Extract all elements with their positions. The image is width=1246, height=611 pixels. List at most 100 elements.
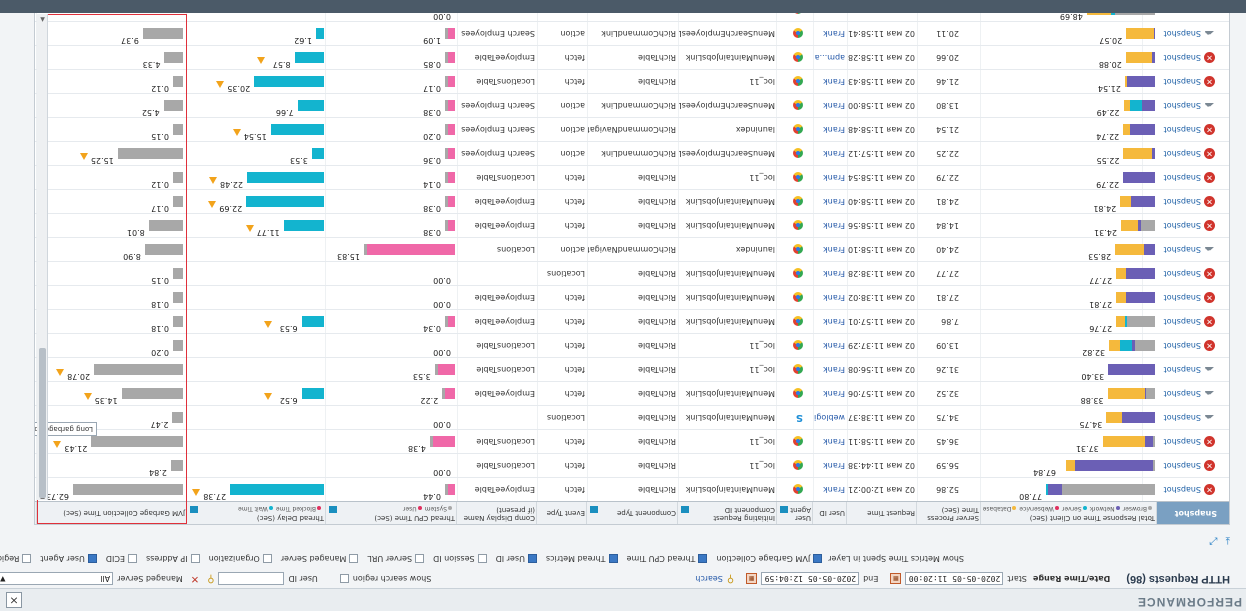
scroll-thumb[interactable] xyxy=(39,348,46,498)
table-row[interactable]: ✕Snapshot 21.54 21.46 02 мая 11:58:43 Frank l… xyxy=(35,69,1229,93)
snapshot-link[interactable]: Snapshot xyxy=(1164,317,1201,326)
snapshot-link[interactable]: Snapshot xyxy=(1164,269,1201,278)
snapshot-link[interactable]: Snapshot xyxy=(1164,245,1201,254)
user-id-link[interactable]: Frank xyxy=(813,478,847,501)
user-id-link[interactable]: Frank xyxy=(813,238,847,261)
snapshot-link[interactable]: Snapshot xyxy=(1164,461,1201,470)
snapshot-link[interactable]: Snapshot xyxy=(1164,389,1201,398)
metric-checkbox-8[interactable] xyxy=(190,554,200,564)
sort-icon[interactable] xyxy=(190,506,198,513)
snapshot-link[interactable]: Snapshot xyxy=(1164,149,1201,158)
header-user-agent[interactable]: User Agent xyxy=(776,502,813,524)
snapshot-link[interactable]: Snapshot xyxy=(1164,341,1201,350)
user-id-link[interactable]: weblogic xyxy=(813,406,847,429)
table-row[interactable]: ☁Snapshot 34.75 34.75 02 мая 11:38:37 weblog… xyxy=(35,405,1229,429)
table-row[interactable]: ✕Snapshot 22.79 22.79 02 мая 11:58:54 Frank l… xyxy=(35,165,1229,189)
header-component-id[interactable]: Initiating Request Component ID xyxy=(677,502,777,524)
metric-checkbox-5[interactable] xyxy=(415,554,425,564)
snapshot-link[interactable]: Snapshot xyxy=(1164,53,1201,62)
header-snapshot[interactable]: Snapshot xyxy=(1156,502,1229,524)
user-id-link[interactable]: Frank xyxy=(813,430,847,453)
sort-icon[interactable] xyxy=(590,506,598,513)
metric-checkbox-1[interactable] xyxy=(698,554,708,564)
user-id-link[interactable]: Frank xyxy=(813,262,847,285)
calendar-icon[interactable]: ▦ xyxy=(746,573,758,585)
header-request-time[interactable]: Request Time xyxy=(846,502,917,524)
header-jvm-gc[interactable]: JVM Garbage Collection Time (Sec) xyxy=(36,502,187,524)
metric-checkbox-11[interactable] xyxy=(22,554,32,564)
user-id-link[interactable]: Frank xyxy=(813,142,847,165)
header-event-type[interactable]: Event Type xyxy=(536,502,587,524)
header-total-response[interactable]: Total Response Time on Client (Sec) Brow… xyxy=(980,502,1157,524)
search-icon[interactable]: ⚲ xyxy=(207,574,214,585)
metric-checkbox-0[interactable] xyxy=(813,554,823,564)
sort-icon[interactable] xyxy=(780,506,788,513)
snapshot-link[interactable]: Snapshot xyxy=(1164,437,1201,446)
snapshot-link[interactable]: Snapshot xyxy=(1164,413,1201,422)
snapshot-link[interactable]: Snapshot xyxy=(1164,101,1201,110)
user-id-filter-input[interactable] xyxy=(218,572,285,586)
metric-checkbox-3[interactable] xyxy=(527,554,537,564)
table-row[interactable]: ☁Snapshot 33.40 31.26 02 мая 11:56:08 Frank l… xyxy=(35,357,1229,381)
close-icon[interactable]: × xyxy=(6,592,22,608)
snapshot-link[interactable]: Snapshot xyxy=(1164,293,1201,302)
snapshot-link[interactable]: Snapshot xyxy=(1164,485,1201,494)
snapshot-link[interactable]: Snapshot xyxy=(1164,29,1201,38)
metric-checkbox-6[interactable] xyxy=(349,554,359,564)
header-comp-display[interactable]: Comp Display Name (if present) xyxy=(456,502,537,524)
table-row[interactable]: ✕Snapshot 67.84 56.59 02 мая 11:44:38 Frank l… xyxy=(35,453,1229,477)
user-id-link[interactable]: Frank xyxy=(813,454,847,477)
snapshot-link[interactable]: Snapshot xyxy=(1164,221,1201,230)
user-id-link[interactable]: Frank xyxy=(813,70,847,93)
user-id-link[interactable]: Frank xyxy=(813,94,847,117)
header-server-process[interactable]: Server Process Time (Sec) xyxy=(916,502,981,524)
header-thread-delay[interactable]: Thread Delay (Sec) Blocked Time Wait Time xyxy=(186,502,326,524)
managed-server-select[interactable]: All ▼ xyxy=(0,572,114,586)
table-row[interactable]: ✕Snapshot 24.31 14.84 02 мая 11:58:56 Frank M… xyxy=(35,213,1229,237)
user-id-link[interactable]: Frank xyxy=(813,214,847,237)
clear-icon[interactable]: ✕ xyxy=(191,574,199,585)
end-date-input[interactable]: 2020-05-05 12:04:59 xyxy=(761,572,860,586)
metric-checkbox-2[interactable] xyxy=(608,554,618,564)
user-id-link[interactable]: Frank xyxy=(813,310,847,333)
table-row[interactable]: ☁Snapshot 20.57 20.11 02 мая 11:58:41 Frank M… xyxy=(35,21,1229,45)
search-icon[interactable]: ⚲ xyxy=(727,574,734,585)
table-row[interactable]: ✕Snapshot 77.80 52.86 02 мая 12:00:21 Frank M… xyxy=(35,477,1229,501)
user-id-link[interactable]: Frank xyxy=(813,382,847,405)
table-row[interactable]: ✕Snapshot 32.82 13.09 02 мая 11:37:29 Frank l… xyxy=(35,333,1229,357)
snapshot-link[interactable]: Snapshot xyxy=(1164,197,1201,206)
user-id-link[interactable]: apm...a... xyxy=(813,46,847,69)
table-row[interactable]: ✕Snapshot 24.81 24.81 02 мая 11:58:40 Frank M… xyxy=(35,189,1229,213)
table-row[interactable]: ☁Snapshot 22.49 13.80 02 мая 11:58:00 Frank M… xyxy=(35,93,1229,117)
user-id-link[interactable]: Frank xyxy=(813,22,847,45)
table-row[interactable]: ✕Snapshot 27.76 7.86 02 мая 11:57:01 Frank Me… xyxy=(35,309,1229,333)
snapshot-link[interactable]: Snapshot xyxy=(1164,173,1201,182)
scroll-up-icon[interactable]: ▲ xyxy=(39,15,46,23)
table-row[interactable]: ✕Snapshot 27.81 27.81 02 мая 11:38:02 Frank M… xyxy=(35,285,1229,309)
table-row[interactable]: ✕Snapshot 22.55 22.25 02 мая 11:57:12 Frank M… xyxy=(35,141,1229,165)
table-row[interactable]: ☁Snapshot 33.88 32.52 02 мая 11:57:06 Frank M… xyxy=(35,381,1229,405)
header-user-id[interactable]: User ID xyxy=(812,502,847,524)
sort-icon[interactable] xyxy=(329,506,337,513)
show-search-region-checkbox[interactable] xyxy=(339,574,349,584)
sort-icon[interactable] xyxy=(681,506,689,513)
metric-checkbox-4[interactable] xyxy=(477,554,487,564)
user-id-link[interactable]: Frank xyxy=(813,190,847,213)
search-button[interactable]: Search xyxy=(695,575,722,584)
snapshot-link[interactable]: Snapshot xyxy=(1164,365,1201,374)
table-row[interactable]: ✕Snapshot 22.74 21.54 02 мая 11:58:48 Frank l… xyxy=(35,117,1229,141)
table-row[interactable]: ☁Snapshot 28.53 24.40 02 мая 11:58:10 Frank l… xyxy=(35,237,1229,261)
metric-checkbox-9[interactable] xyxy=(128,554,138,564)
table-row[interactable]: ✕Snapshot 27.77 27.77 02 мая 11:38:28 Frank M… xyxy=(35,261,1229,285)
table-row[interactable]: ✕Snapshot 20.88 20.66 02 мая 11:58:28 apm...… xyxy=(35,45,1229,69)
vertical-scrollbar[interactable]: ▼ ▲ xyxy=(37,14,48,500)
user-id-link[interactable]: Frank xyxy=(813,118,847,141)
header-thread-cpu[interactable]: Thread CPU Time (Sec) System User xyxy=(325,502,457,524)
user-id-link[interactable]: Frank xyxy=(813,358,847,381)
user-id-link[interactable]: Frank xyxy=(813,286,847,309)
table-row[interactable]: ✕Snapshot 37.31 36.45 02 мая 11:58:11 Frank l… xyxy=(35,429,1229,453)
user-id-link[interactable]: Frank xyxy=(813,166,847,189)
expand-icon[interactable]: ⤢ xyxy=(1210,536,1218,547)
start-date-input[interactable]: 2020-05-05 11:20:00 xyxy=(905,572,1004,586)
metric-checkbox-10[interactable] xyxy=(87,554,97,564)
